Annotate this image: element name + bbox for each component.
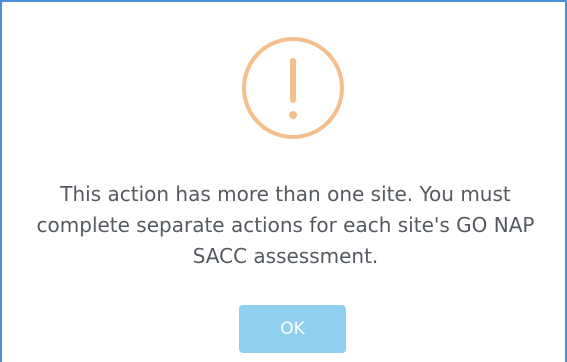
ok-button[interactable]: OK <box>239 305 346 353</box>
alert-dialog: This action has more than one site. You … <box>0 0 567 362</box>
warning-icon <box>242 37 344 139</box>
dialog-message: This action has more than one site. You … <box>36 182 535 268</box>
